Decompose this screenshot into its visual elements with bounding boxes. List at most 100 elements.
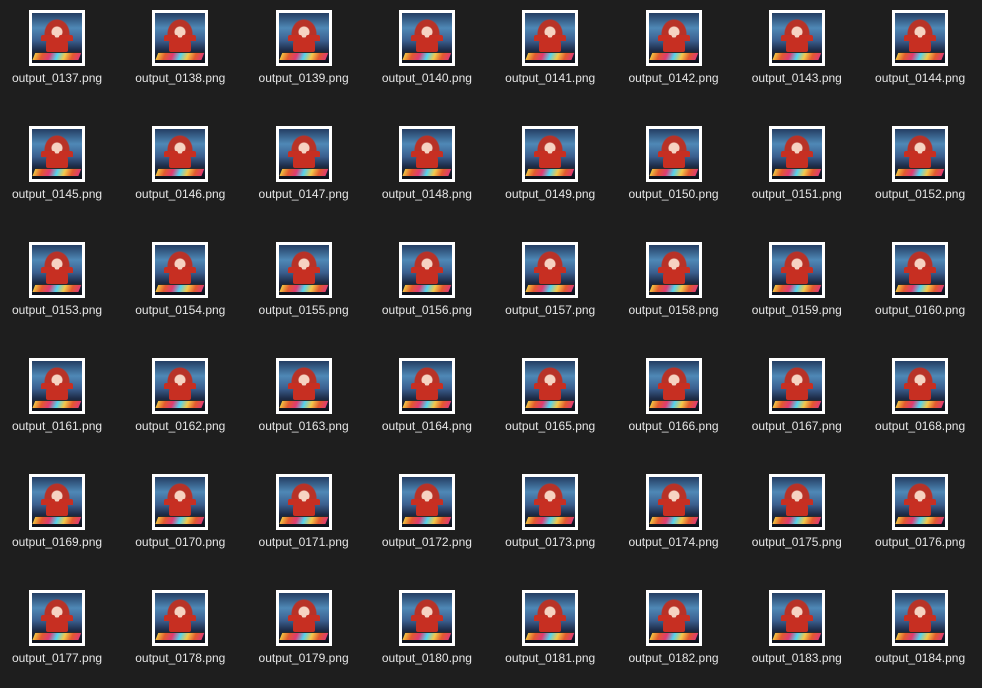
image-thumbnail[interactable] (522, 10, 579, 66)
file-name-label[interactable]: output_0176.png (857, 534, 982, 550)
file-name-label[interactable]: output_0155.png (241, 302, 367, 318)
file-item[interactable]: output_0183.png (742, 580, 852, 680)
image-thumbnail[interactable] (768, 242, 825, 298)
file-name-label[interactable]: output_0149.png (487, 186, 613, 202)
file-name-label[interactable]: output_0170.png (117, 534, 243, 550)
file-name-label[interactable]: output_0154.png (117, 302, 243, 318)
file-name-label[interactable]: output_0178.png (117, 650, 243, 666)
file-name-label[interactable]: output_0150.png (611, 186, 737, 202)
image-thumbnail[interactable] (398, 242, 455, 298)
file-name-label[interactable]: output_0138.png (117, 70, 243, 86)
file-name-label[interactable]: output_0171.png (241, 534, 367, 550)
file-name-label[interactable]: output_0169.png (0, 534, 120, 550)
file-name-label[interactable]: output_0180.png (364, 650, 490, 666)
file-item[interactable]: output_0157.png (495, 232, 605, 332)
image-thumbnail[interactable] (275, 358, 332, 414)
file-item[interactable]: output_0173.png (495, 464, 605, 564)
file-name-label[interactable]: output_0181.png (487, 650, 613, 666)
image-thumbnail[interactable] (29, 474, 85, 530)
image-thumbnail[interactable] (152, 358, 209, 414)
image-thumbnail[interactable] (398, 590, 455, 646)
image-thumbnail[interactable] (398, 474, 455, 530)
image-thumbnail[interactable] (768, 590, 825, 646)
file-item[interactable]: output_0171.png (249, 464, 359, 564)
file-name-label[interactable]: output_0156.png (364, 302, 490, 318)
image-thumbnail[interactable] (29, 358, 85, 414)
image-thumbnail[interactable] (152, 242, 209, 298)
image-thumbnail[interactable] (152, 10, 209, 66)
file-item[interactable]: output_0164.png (372, 348, 482, 448)
image-thumbnail[interactable] (522, 126, 579, 182)
file-name-label[interactable]: output_0168.png (857, 418, 982, 434)
file-item[interactable]: output_0138.png (125, 0, 235, 100)
file-item[interactable]: output_0154.png (125, 232, 235, 332)
file-name-label[interactable]: output_0174.png (611, 534, 737, 550)
image-thumbnail[interactable] (645, 474, 702, 530)
image-thumbnail[interactable] (398, 358, 455, 414)
file-name-label[interactable]: output_0167.png (734, 418, 860, 434)
image-thumbnail[interactable] (522, 358, 579, 414)
file-name-label[interactable]: output_0153.png (0, 302, 120, 318)
image-thumbnail[interactable] (29, 590, 85, 646)
image-thumbnail[interactable] (645, 358, 702, 414)
image-thumbnail[interactable] (768, 126, 825, 182)
file-item[interactable]: output_0149.png (495, 116, 605, 216)
image-thumbnail[interactable] (275, 590, 332, 646)
file-item[interactable]: output_0150.png (619, 116, 729, 216)
file-item[interactable]: output_0155.png (249, 232, 359, 332)
file-item[interactable]: output_0153.png (2, 232, 112, 332)
file-item[interactable]: output_0165.png (495, 348, 605, 448)
file-item[interactable]: output_0160.png (865, 232, 975, 332)
image-thumbnail[interactable] (152, 126, 209, 182)
file-name-label[interactable]: output_0184.png (857, 650, 982, 666)
image-thumbnail[interactable] (152, 590, 209, 646)
file-name-label[interactable]: output_0144.png (857, 70, 982, 86)
file-item[interactable]: output_0179.png (249, 580, 359, 680)
file-name-label[interactable]: output_0160.png (857, 302, 982, 318)
file-item[interactable]: output_0151.png (742, 116, 852, 216)
image-thumbnail[interactable] (892, 126, 949, 182)
file-item[interactable]: output_0163.png (249, 348, 359, 448)
image-thumbnail[interactable] (768, 10, 825, 66)
file-name-label[interactable]: output_0152.png (857, 186, 982, 202)
file-item[interactable]: output_0168.png (865, 348, 975, 448)
file-name-label[interactable]: output_0141.png (487, 70, 613, 86)
file-item[interactable]: output_0159.png (742, 232, 852, 332)
image-thumbnail[interactable] (768, 358, 825, 414)
file-name-label[interactable]: output_0164.png (364, 418, 490, 434)
file-item[interactable]: output_0146.png (125, 116, 235, 216)
image-thumbnail[interactable] (29, 10, 85, 66)
file-name-label[interactable]: output_0142.png (611, 70, 737, 86)
file-item[interactable]: output_0167.png (742, 348, 852, 448)
file-item[interactable]: output_0137.png (2, 0, 112, 100)
file-name-label[interactable]: output_0137.png (0, 70, 120, 86)
file-name-label[interactable]: output_0139.png (241, 70, 367, 86)
file-item[interactable]: output_0162.png (125, 348, 235, 448)
file-item[interactable]: output_0172.png (372, 464, 482, 564)
image-thumbnail[interactable] (645, 590, 702, 646)
image-thumbnail[interactable] (29, 126, 85, 182)
file-name-label[interactable]: output_0158.png (611, 302, 737, 318)
file-item[interactable]: output_0148.png (372, 116, 482, 216)
image-thumbnail[interactable] (522, 242, 579, 298)
file-item[interactable]: output_0184.png (865, 580, 975, 680)
image-thumbnail[interactable] (522, 590, 579, 646)
file-item[interactable]: output_0176.png (865, 464, 975, 564)
file-name-label[interactable]: output_0172.png (364, 534, 490, 550)
file-item[interactable]: output_0139.png (249, 0, 359, 100)
image-thumbnail[interactable] (892, 242, 949, 298)
image-thumbnail[interactable] (398, 10, 455, 66)
file-name-label[interactable]: output_0179.png (241, 650, 367, 666)
file-item[interactable]: output_0161.png (2, 348, 112, 448)
image-thumbnail[interactable] (275, 126, 332, 182)
image-thumbnail[interactable] (398, 126, 455, 182)
image-thumbnail[interactable] (645, 126, 702, 182)
file-name-label[interactable]: output_0165.png (487, 418, 613, 434)
file-item[interactable]: output_0156.png (372, 232, 482, 332)
file-name-label[interactable]: output_0162.png (117, 418, 243, 434)
file-item[interactable]: output_0166.png (619, 348, 729, 448)
file-item[interactable]: output_0140.png (372, 0, 482, 100)
file-name-label[interactable]: output_0173.png (487, 534, 613, 550)
image-thumbnail[interactable] (892, 358, 949, 414)
file-item[interactable]: output_0182.png (619, 580, 729, 680)
